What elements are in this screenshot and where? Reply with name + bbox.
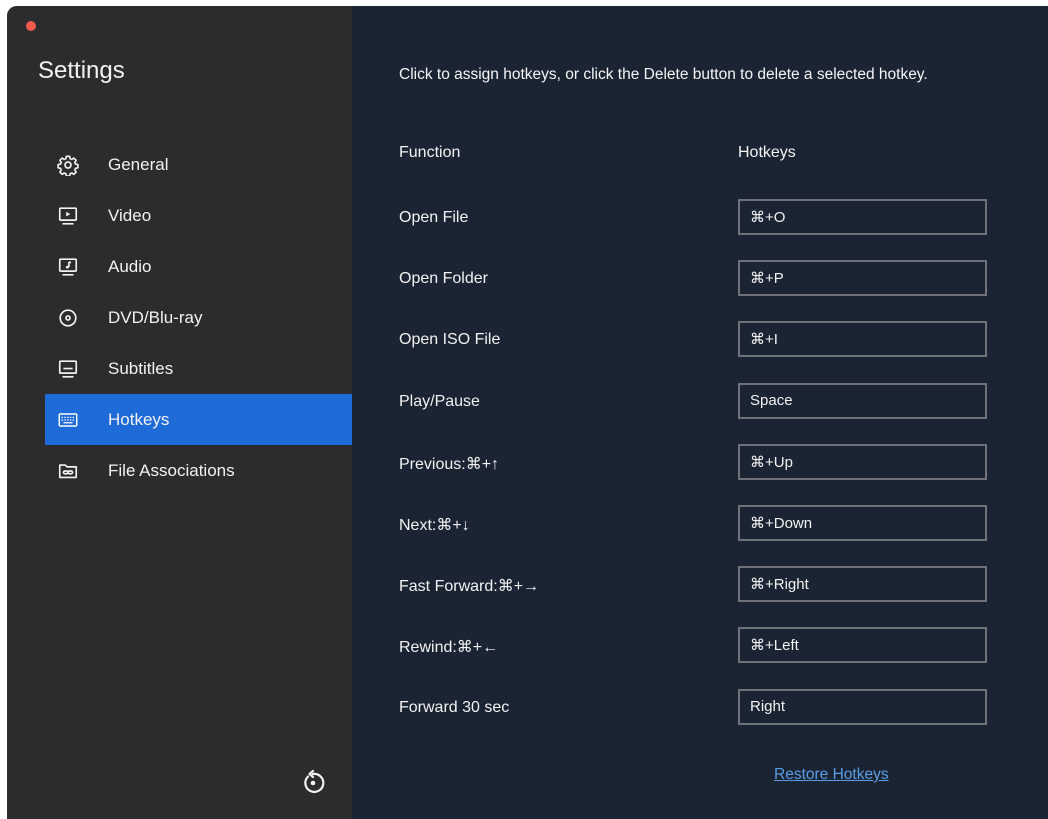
sidebar-item-dvd-bluray[interactable]: DVD/Blu-ray — [45, 292, 352, 343]
restore-hotkeys-link[interactable]: Restore Hotkeys — [774, 766, 889, 784]
sidebar-item-file-associations[interactable]: File Associations — [45, 445, 352, 496]
sidebar-nav: General Video Audio DVD/Blu-ray Subtitle… — [45, 139, 352, 496]
sidebar-item-label: Subtitles — [108, 358, 174, 378]
audio-icon — [55, 254, 81, 280]
settings-window: Settings General Video Audio DVD/Blu-ray… — [7, 6, 1048, 819]
disc-icon — [55, 305, 81, 331]
hotkeys-panel: Click to assign hotkeys, or click the De… — [352, 6, 1048, 819]
sidebar-item-general[interactable]: General — [45, 139, 352, 190]
hotkey-field[interactable]: ⌘+P — [738, 260, 987, 297]
gear-icon — [55, 152, 81, 178]
hotkey-field[interactable]: ⌘+Left — [738, 627, 987, 664]
sidebar-item-label: DVD/Blu-ray — [108, 307, 203, 327]
hotkey-row: Open File ⌘+O — [399, 199, 999, 260]
function-label: Rewind:⌘+← — [399, 639, 499, 657]
hotkey-row: Play/Pause Space — [399, 382, 999, 444]
instructions-text: Click to assign hotkeys, or click the De… — [399, 66, 928, 83]
function-label: Previous:⌘+↑ — [399, 455, 500, 473]
function-label: Open File — [399, 209, 469, 226]
close-window-button[interactable] — [26, 21, 36, 31]
hotkey-row: Next:⌘+↓ ⌘+Down — [399, 504, 999, 566]
hotkey-field[interactable]: ⌘+Right — [738, 566, 987, 603]
hotkey-field[interactable]: ⌘+I — [738, 321, 987, 358]
sidebar-item-label: File Associations — [108, 460, 235, 480]
sidebar: Settings General Video Audio DVD/Blu-ray… — [7, 6, 352, 819]
hotkey-row: Rewind:⌘+← ⌘+Left — [399, 627, 999, 688]
function-label: Open Folder — [399, 270, 488, 288]
hotkey-list: Open File ⌘+O Open Folder ⌘+P Open ISO F… — [399, 199, 999, 750]
hotkey-field[interactable]: ⌘+Down — [738, 504, 987, 541]
sidebar-item-label: Hotkeys — [108, 409, 170, 429]
function-label: Forward 30 sec — [399, 698, 510, 716]
hotkey-field[interactable]: ⌘+Up — [738, 443, 987, 480]
sidebar-item-label: General — [108, 154, 169, 174]
hotkey-row: Open ISO File ⌘+I — [399, 321, 999, 382]
hotkey-row: Forward 30 sec Right — [399, 688, 999, 750]
keyboard-icon — [55, 407, 81, 433]
subtitles-icon — [55, 356, 81, 382]
hotkey-field[interactable]: ⌘+O — [738, 199, 987, 235]
function-label: Open ISO File — [399, 331, 501, 349]
function-column-header: Function — [399, 144, 461, 161]
hotkey-row: Open Folder ⌘+P — [399, 260, 999, 321]
sidebar-title: Settings — [38, 57, 125, 84]
function-label: Play/Pause — [399, 392, 480, 410]
hotkey-row: Fast Forward:⌘+→ ⌘+Right — [399, 566, 999, 627]
function-label: Next:⌘+↓ — [399, 516, 470, 534]
sidebar-item-hotkeys[interactable]: Hotkeys — [45, 394, 352, 445]
folder-link-icon — [55, 458, 81, 484]
hotkeys-column-header: Hotkeys — [738, 144, 796, 161]
sidebar-item-label: Audio — [108, 256, 152, 276]
hotkey-field[interactable]: Right — [738, 688, 987, 725]
sidebar-item-subtitles[interactable]: Subtitles — [45, 343, 352, 394]
sidebar-item-audio[interactable]: Audio — [45, 241, 352, 292]
hotkey-row: Previous:⌘+↑ ⌘+Up — [399, 443, 999, 505]
function-label: Fast Forward:⌘+→ — [399, 578, 540, 596]
sidebar-item-label: Video — [108, 205, 152, 225]
reset-icon[interactable] — [299, 769, 327, 797]
sidebar-item-video[interactable]: Video — [45, 190, 352, 241]
video-icon — [55, 203, 81, 229]
hotkey-field[interactable]: Space — [738, 382, 987, 419]
